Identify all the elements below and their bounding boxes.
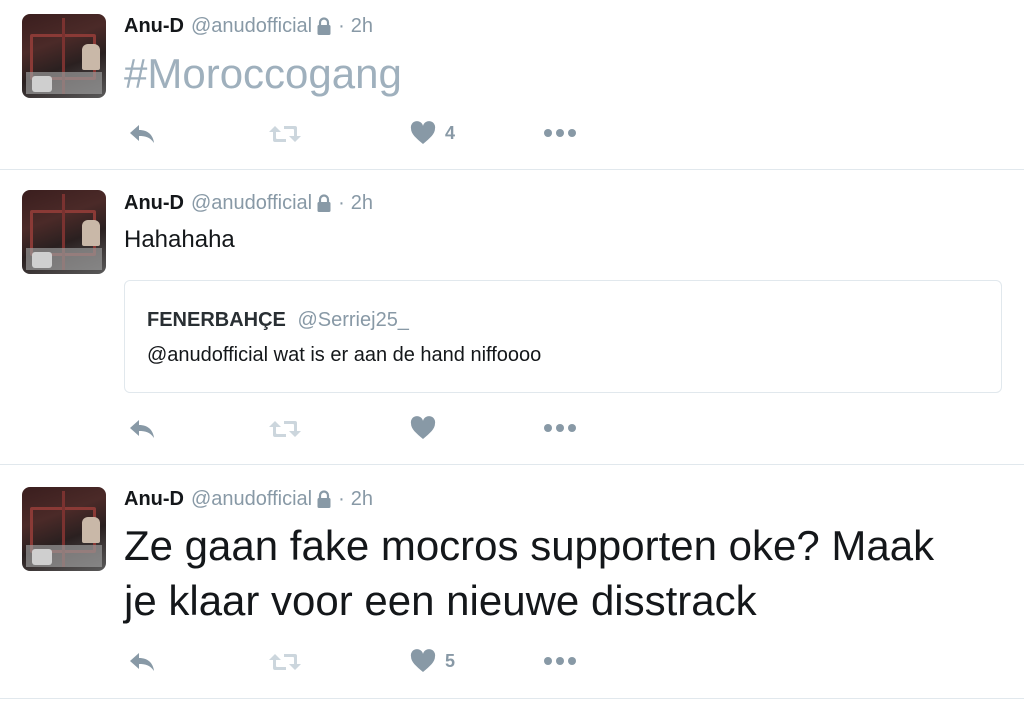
- more-button[interactable]: [543, 423, 579, 433]
- separator-dot: ·: [338, 191, 345, 214]
- like-button[interactable]: 5: [410, 649, 455, 673]
- heart-icon: [410, 121, 436, 144]
- tweet-actions: 5: [0, 647, 1024, 677]
- user-name[interactable]: Anu-D: [124, 15, 184, 38]
- tweet-actions: 4: [0, 119, 1024, 149]
- quoted-tweet[interactable]: FENERBAHÇE @Serriej25_ @anudofficial wat…: [124, 280, 1002, 393]
- more-button[interactable]: [543, 128, 579, 138]
- reply-icon: [130, 653, 154, 671]
- separator-dot: ·: [338, 14, 345, 37]
- quoted-tweet-text: @anudofficial wat is er aan de hand niff…: [147, 344, 542, 366]
- avatar[interactable]: [22, 487, 106, 571]
- tweet[interactable]: Anu-D @anudofficial · 2h #Moroccogang 4: [0, 0, 1024, 170]
- lock-icon: [316, 16, 332, 36]
- timestamp[interactable]: 2h: [351, 15, 373, 38]
- retweet-icon: [269, 126, 301, 142]
- like-count: 4: [445, 122, 456, 143]
- tweet-header: Anu-D @anudofficial · 2h: [124, 191, 373, 215]
- user-handle[interactable]: @anudofficial: [191, 15, 312, 38]
- tweet-header: Anu-D @anudofficial · 2h: [124, 14, 373, 38]
- tweet-text[interactable]: Ze gaan fake mocros supporten oke? Maak …: [124, 518, 934, 628]
- reply-button[interactable]: [128, 123, 156, 145]
- reply-button[interactable]: [128, 418, 156, 440]
- user-name[interactable]: Anu-D: [124, 488, 184, 511]
- lock-icon: [316, 193, 332, 213]
- reply-button[interactable]: [128, 651, 156, 673]
- retweet-button[interactable]: [268, 419, 302, 439]
- tweet-text[interactable]: #Moroccogang: [124, 50, 402, 98]
- quoted-user-handle: @Serriej25_: [297, 309, 409, 331]
- retweet-icon: [269, 654, 301, 670]
- retweet-button[interactable]: [268, 652, 302, 672]
- separator-dot: ·: [338, 487, 345, 510]
- heart-icon: [410, 416, 436, 439]
- reply-icon: [130, 125, 154, 143]
- more-icon: [544, 424, 576, 432]
- retweet-button[interactable]: [268, 124, 302, 144]
- tweet-text-line: Ze gaan fake mocros supporten oke? Maak: [124, 522, 935, 569]
- quoted-tweet-header: FENERBAHÇE @Serriej25_: [147, 309, 409, 332]
- tweet-header: Anu-D @anudofficial · 2h: [124, 487, 373, 511]
- avatar[interactable]: [22, 190, 106, 274]
- like-button[interactable]: [410, 416, 445, 440]
- user-handle[interactable]: @anudofficial: [191, 488, 312, 511]
- avatar[interactable]: [22, 14, 106, 98]
- heart-icon: [410, 649, 436, 672]
- user-handle[interactable]: @anudofficial: [191, 192, 312, 215]
- retweet-icon: [269, 421, 301, 437]
- timestamp[interactable]: 2h: [351, 488, 373, 511]
- like-button[interactable]: 4: [410, 121, 455, 145]
- more-icon: [544, 129, 576, 137]
- more-icon: [544, 657, 576, 665]
- user-name[interactable]: Anu-D: [124, 192, 184, 215]
- reply-icon: [130, 420, 154, 438]
- lock-icon: [316, 489, 332, 509]
- like-count: 5: [445, 650, 456, 671]
- quoted-user-name: FENERBAHÇE: [147, 309, 286, 331]
- timestamp[interactable]: 2h: [351, 192, 373, 215]
- tweet-text-line: je klaar voor een nieuwe disstrack: [124, 577, 757, 624]
- more-button[interactable]: [543, 656, 579, 666]
- timeline: Anu-D @anudofficial · 2h #Moroccogang 4: [0, 0, 1024, 702]
- tweet-text[interactable]: Hahahaha: [124, 226, 235, 254]
- tweet-actions: [0, 414, 1024, 444]
